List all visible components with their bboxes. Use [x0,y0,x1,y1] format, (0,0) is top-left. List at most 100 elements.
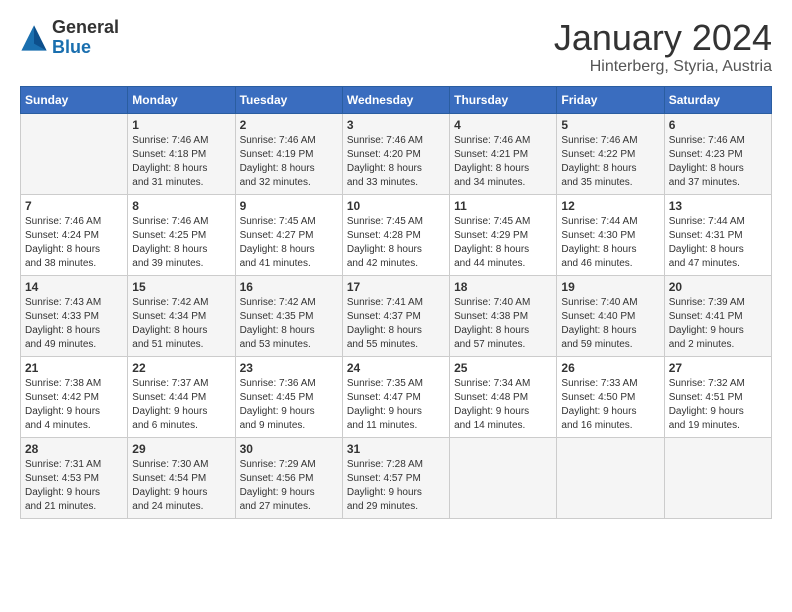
day-number: 29 [132,442,230,456]
day-number: 21 [25,361,123,375]
header-thursday: Thursday [450,86,557,113]
day-details: Sunrise: 7:40 AM Sunset: 4:38 PM Dayligh… [454,296,552,352]
cell-w1-d4: 11 Sunrise: 7:45 AM Sunset: 4:29 PM Dayli… [450,194,557,275]
cell-w3-d5: 26Sunrise: 7:33 AM Sunset: 4:50 PM Dayli… [557,356,664,437]
cell-w4-d3: 31 Sunrise: 7:28 AM Sunset: 4:57 PM Dayli… [342,437,449,518]
day-number: 28 [25,442,123,456]
day-details: Sunrise: 7:31 AM Sunset: 4:53 PM Dayligh… [25,458,123,514]
day-number: 2 [240,118,338,132]
cell-w4-d6 [664,437,771,518]
day-details: Sunrise: 7:46 AM Sunset: 4:19 PM Dayligh… [240,134,338,190]
day-number: 9 [240,199,338,213]
day-number: 5 [561,118,659,132]
cell-w0-d3: 3 Sunrise: 7:46 AM Sunset: 4:20 PM Daylig… [342,113,449,194]
page: General Blue January 2024 Hinterberg, St… [0,0,792,529]
day-number: 4 [454,118,552,132]
header: General Blue January 2024 Hinterberg, St… [20,18,772,76]
logo: General Blue [20,18,119,58]
day-details: Sunrise: 7:46 AM Sunset: 4:20 PM Dayligh… [347,134,445,190]
day-details: Sunrise: 7:29 AM Sunset: 4:56 PM Dayligh… [240,458,338,514]
day-details: Sunrise: 7:34 AM Sunset: 4:48 PM Dayligh… [454,377,552,433]
day-number: 26 [561,361,659,375]
cell-w0-d1: 1 Sunrise: 7:46 AM Sunset: 4:18 PM Daylig… [128,113,235,194]
calendar-title: January 2024 [554,18,772,58]
day-number: 12 [561,199,659,213]
cell-w0-d6: 6Sunrise: 7:46 AM Sunset: 4:23 PM Daylig… [664,113,771,194]
day-number: 27 [669,361,767,375]
cell-w2-d6: 20 Sunrise: 7:39 AM Sunset: 4:41 PM Dayli… [664,275,771,356]
week-row-3: 21 Sunrise: 7:38 AM Sunset: 4:42 PM Dayli… [21,356,772,437]
calendar-subtitle: Hinterberg, Styria, Austria [554,58,772,76]
day-number: 25 [454,361,552,375]
day-number: 11 [454,199,552,213]
cell-w4-d2: 30 Sunrise: 7:29 AM Sunset: 4:56 PM Dayli… [235,437,342,518]
day-number: 31 [347,442,445,456]
day-details: Sunrise: 7:43 AM Sunset: 4:33 PM Dayligh… [25,296,123,352]
header-saturday: Saturday [664,86,771,113]
cell-w0-d0 [21,113,128,194]
day-details: Sunrise: 7:32 AM Sunset: 4:51 PM Dayligh… [669,377,767,433]
cell-w2-d0: 14 Sunrise: 7:43 AM Sunset: 4:33 PM Dayli… [21,275,128,356]
day-number: 15 [132,280,230,294]
header-tuesday: Tuesday [235,86,342,113]
day-details: Sunrise: 7:46 AM Sunset: 4:22 PM Dayligh… [561,134,659,190]
cell-w1-d0: 7 Sunrise: 7:46 AM Sunset: 4:24 PM Daylig… [21,194,128,275]
cell-w2-d4: 18 Sunrise: 7:40 AM Sunset: 4:38 PM Dayli… [450,275,557,356]
day-details: Sunrise: 7:45 AM Sunset: 4:28 PM Dayligh… [347,215,445,271]
cell-w0-d2: 2 Sunrise: 7:46 AM Sunset: 4:19 PM Daylig… [235,113,342,194]
cell-w2-d1: 15Sunrise: 7:42 AM Sunset: 4:34 PM Dayli… [128,275,235,356]
day-number: 19 [561,280,659,294]
day-details: Sunrise: 7:46 AM Sunset: 4:24 PM Dayligh… [25,215,123,271]
day-details: Sunrise: 7:46 AM Sunset: 4:18 PM Dayligh… [132,134,230,190]
week-row-4: 28 Sunrise: 7:31 AM Sunset: 4:53 PM Dayli… [21,437,772,518]
logo-line2: Blue [52,37,91,57]
logo-icon [20,24,48,52]
header-sunday: Sunday [21,86,128,113]
cell-w4-d0: 28 Sunrise: 7:31 AM Sunset: 4:53 PM Dayli… [21,437,128,518]
cell-w1-d3: 10 Sunrise: 7:45 AM Sunset: 4:28 PM Dayli… [342,194,449,275]
day-details: Sunrise: 7:35 AM Sunset: 4:47 PM Dayligh… [347,377,445,433]
day-number: 13 [669,199,767,213]
cell-w0-d4: 4 Sunrise: 7:46 AM Sunset: 4:21 PM Daylig… [450,113,557,194]
day-number: 10 [347,199,445,213]
week-row-0: 1 Sunrise: 7:46 AM Sunset: 4:18 PM Daylig… [21,113,772,194]
day-details: Sunrise: 7:45 AM Sunset: 4:27 PM Dayligh… [240,215,338,271]
day-number: 7 [25,199,123,213]
cell-w3-d0: 21 Sunrise: 7:38 AM Sunset: 4:42 PM Dayli… [21,356,128,437]
cell-w4-d5 [557,437,664,518]
day-details: Sunrise: 7:41 AM Sunset: 4:37 PM Dayligh… [347,296,445,352]
week-row-1: 7 Sunrise: 7:46 AM Sunset: 4:24 PM Daylig… [21,194,772,275]
cell-w3-d6: 27 Sunrise: 7:32 AM Sunset: 4:51 PM Dayli… [664,356,771,437]
day-number: 14 [25,280,123,294]
day-number: 22 [132,361,230,375]
day-number: 18 [454,280,552,294]
cell-w2-d5: 19 Sunrise: 7:40 AM Sunset: 4:40 PM Dayli… [557,275,664,356]
day-details: Sunrise: 7:46 AM Sunset: 4:21 PM Dayligh… [454,134,552,190]
cell-w0-d5: 5 Sunrise: 7:46 AM Sunset: 4:22 PM Daylig… [557,113,664,194]
day-details: Sunrise: 7:39 AM Sunset: 4:41 PM Dayligh… [669,296,767,352]
day-details: Sunrise: 7:30 AM Sunset: 4:54 PM Dayligh… [132,458,230,514]
cell-w1-d2: 9 Sunrise: 7:45 AM Sunset: 4:27 PM Daylig… [235,194,342,275]
cell-w1-d6: 13Sunrise: 7:44 AM Sunset: 4:31 PM Dayli… [664,194,771,275]
day-number: 24 [347,361,445,375]
cell-w3-d4: 25 Sunrise: 7:34 AM Sunset: 4:48 PM Dayli… [450,356,557,437]
day-number: 23 [240,361,338,375]
day-details: Sunrise: 7:28 AM Sunset: 4:57 PM Dayligh… [347,458,445,514]
logo-line1: General [52,17,119,37]
logo-text: General Blue [52,18,119,58]
day-details: Sunrise: 7:38 AM Sunset: 4:42 PM Dayligh… [25,377,123,433]
day-details: Sunrise: 7:46 AM Sunset: 4:25 PM Dayligh… [132,215,230,271]
day-number: 1 [132,118,230,132]
day-details: Sunrise: 7:45 AM Sunset: 4:29 PM Dayligh… [454,215,552,271]
day-details: Sunrise: 7:40 AM Sunset: 4:40 PM Dayligh… [561,296,659,352]
cell-w4-d4 [450,437,557,518]
day-details: Sunrise: 7:37 AM Sunset: 4:44 PM Dayligh… [132,377,230,433]
day-number: 20 [669,280,767,294]
day-number: 6 [669,118,767,132]
cell-w2-d2: 16Sunrise: 7:42 AM Sunset: 4:35 PM Dayli… [235,275,342,356]
cell-w3-d2: 23Sunrise: 7:36 AM Sunset: 4:45 PM Dayli… [235,356,342,437]
day-number: 3 [347,118,445,132]
day-number: 30 [240,442,338,456]
header-friday: Friday [557,86,664,113]
title-block: January 2024 Hinterberg, Styria, Austria [554,18,772,76]
